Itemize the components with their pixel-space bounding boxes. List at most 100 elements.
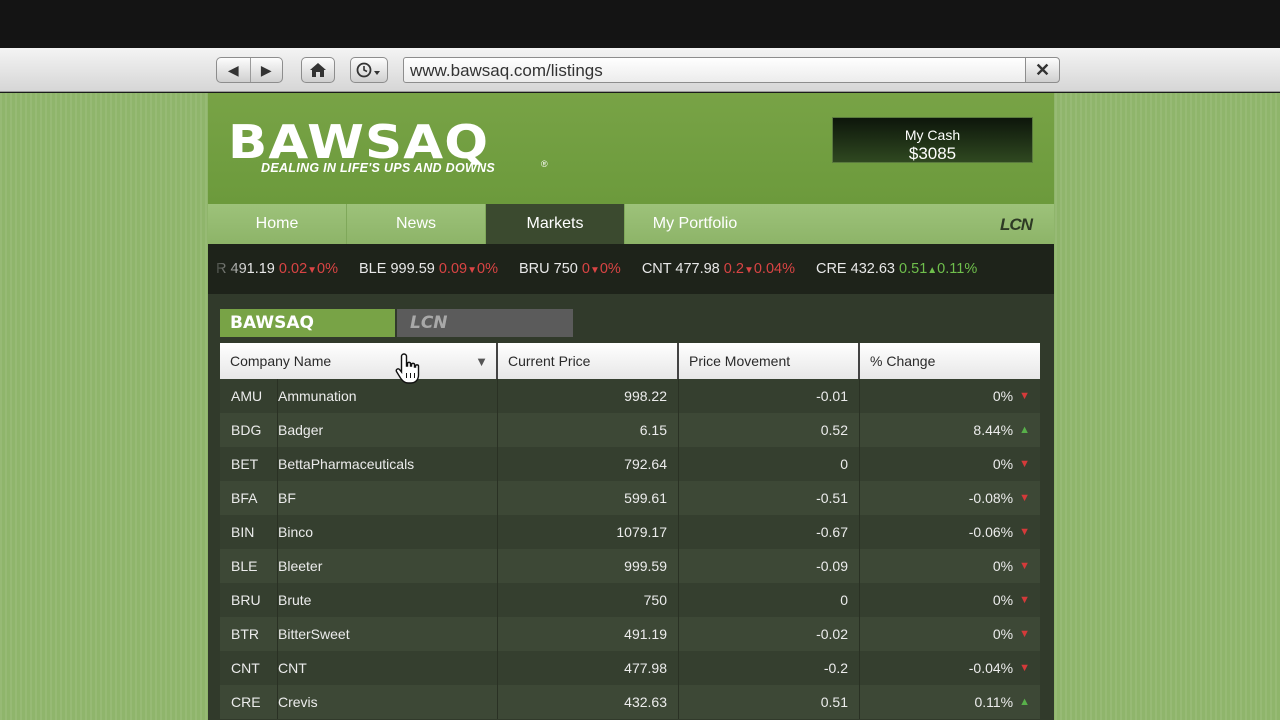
cell-price-movement: -0.2 [679, 651, 860, 685]
ticker-pct: 0% [599, 261, 621, 277]
ticker-pct: 0% [317, 261, 339, 277]
cell-current-price: 477.98 [498, 651, 679, 685]
back-button[interactable]: ◀ [217, 58, 250, 82]
cell-percent-change: 0% ▼ [860, 549, 1040, 583]
cell-price-movement: -0.67 [679, 515, 860, 549]
down-arrow-icon: ▼ [1019, 662, 1030, 674]
ticker-symbol: BLE [359, 261, 387, 277]
ticker-fade-right [984, 244, 1054, 294]
ticker-down-arrow-icon: ▼ [307, 265, 318, 276]
cell-price-movement: -0.09 [679, 549, 860, 583]
cell-price-movement: -0.51 [679, 481, 860, 515]
ticker-item: BRU 750 0▼0% [519, 261, 621, 277]
address-bar[interactable]: www.bawsaq.com/listings [403, 57, 1026, 83]
cell-symbol: BET [220, 447, 278, 481]
table-row[interactable]: BIN Binco 1079.17 -0.67 -0.06% ▼ [220, 515, 1040, 549]
ticker-item: BLE 999.59 0.09▼0% [359, 261, 498, 277]
cell-symbol: BTR [220, 617, 278, 651]
cell-company-name: Ammunation [278, 379, 498, 413]
ticker-pct: 0% [477, 261, 498, 277]
cash-label: My Cash [904, 127, 961, 143]
home-icon [310, 63, 326, 77]
clock-icon [356, 62, 380, 78]
main-nav: Home News Markets My Portfolio LCN [208, 204, 1054, 244]
table-row[interactable]: BDG Badger 6.15 0.52 8.44% ▲ [220, 413, 1040, 447]
ticker-down-arrow-icon: ▼ [467, 265, 477, 276]
nav-tab-my-portfolio[interactable]: My Portfolio [625, 204, 765, 244]
ticker-move: 0 [581, 261, 590, 277]
nav-tab-news[interactable]: News [347, 204, 486, 244]
cell-current-price: 6.15 [498, 413, 679, 447]
cell-percent-change: 0% ▼ [860, 379, 1040, 413]
percent-value: 8.44% [973, 422, 1014, 438]
cell-company-name: BettaPharmaceuticals [278, 447, 498, 481]
close-button[interactable]: ✕ [1025, 57, 1060, 83]
sort-down-icon: ▼ [475, 354, 488, 369]
down-arrow-icon: ▼ [1019, 628, 1030, 640]
table-row[interactable]: CRE Crevis 432.63 0.51 0.11% ▲ [220, 685, 1040, 719]
ticker-move: 0.2 [723, 261, 744, 277]
up-arrow-icon: ▲ [1019, 424, 1030, 436]
home-button[interactable] [301, 57, 335, 83]
table-row[interactable]: BRU Brute 750 0 0% ▼ [220, 583, 1040, 617]
down-arrow-icon: ▼ [1019, 390, 1030, 402]
ticker-move: 0.02 [278, 261, 308, 277]
table-body: AMU Ammunation 998.22 -0.01 0% ▼ BDG Badger 6.15… [220, 379, 1040, 719]
percent-value: -0.08% [968, 490, 1014, 506]
ticker-symbol: CRE [815, 261, 847, 277]
cell-price-movement: 0.52 [679, 413, 860, 447]
ticker-up-arrow-icon: ▲ [927, 265, 938, 276]
ticker-pct: 0.11% [937, 261, 978, 277]
ticker-symbol: CNT [641, 261, 672, 277]
header-price-movement[interactable]: Price Movement [679, 343, 860, 379]
table-row[interactable]: CNT CNT 477.98 -0.2 -0.04% ▼ [220, 651, 1040, 685]
ticker-item: CNT 477.98 0.2▼0.04% [642, 261, 795, 277]
ticker-fade-left [208, 244, 248, 294]
table-row[interactable]: BLE Bleeter 999.59 -0.09 0% ▼ [220, 549, 1040, 583]
percent-value: 0% [992, 626, 1014, 642]
down-arrow-icon: ▼ [1019, 526, 1030, 538]
nav-tab-markets[interactable]: Markets [486, 204, 625, 244]
cell-current-price: 491.19 [498, 617, 679, 651]
cell-percent-change: 0% ▼ [860, 583, 1040, 617]
cell-symbol: AMU [220, 379, 278, 413]
stock-ticker: R 491.19 0.02▼0%BLE 999.59 0.09▼0%BRU 75… [208, 244, 1054, 294]
forward-arrow-icon: ▶ [260, 61, 272, 78]
cell-symbol: CRE [220, 685, 278, 719]
close-icon: ✕ [1034, 59, 1051, 80]
percent-value: 0% [992, 558, 1014, 574]
tab-bawsaq-exchange[interactable]: BAWSAQ [220, 309, 395, 337]
ticker-pct: 0.04% [753, 261, 795, 277]
ticker-price: 999.59 [390, 261, 435, 277]
cash-value: $3085 [908, 144, 957, 163]
cell-company-name: CNT [278, 651, 498, 685]
header-company-name[interactable]: Company Name ▼ [220, 343, 498, 379]
cell-price-movement: -0.02 [679, 617, 860, 651]
table-row[interactable]: BFA BF 599.61 -0.51 -0.08% ▼ [220, 481, 1040, 515]
ticker-price: 477.98 [675, 261, 720, 277]
browser-toolbar: ◀ ▶ www.bawsaq.com/listings ✕ [0, 48, 1280, 92]
percent-value: 0.11% [974, 694, 1014, 710]
cell-price-movement: -0.01 [679, 379, 860, 413]
cell-symbol: BLE [220, 549, 278, 583]
back-arrow-icon: ◀ [227, 61, 239, 78]
history-button[interactable] [350, 57, 388, 83]
header-label: Current Price [508, 353, 591, 369]
lcn-logo[interactable]: LCN [1000, 215, 1033, 235]
down-arrow-icon: ▼ [1019, 594, 1030, 606]
table-row[interactable]: BTR BitterSweet 491.19 -0.02 0% ▼ [220, 617, 1040, 651]
cell-current-price: 750 [498, 583, 679, 617]
header-current-price[interactable]: Current Price [498, 343, 679, 379]
up-arrow-icon: ▲ [1019, 696, 1030, 708]
registered-mark: ® [541, 159, 548, 169]
nav-tab-home[interactable]: Home [208, 204, 347, 244]
forward-button[interactable]: ▶ [249, 58, 283, 82]
listings-table: Company Name ▼ Current Price Price Movem… [220, 343, 1040, 719]
cell-company-name: Bleeter [278, 549, 498, 583]
cell-company-name: BitterSweet [278, 617, 498, 651]
table-row[interactable]: AMU Ammunation 998.22 -0.01 0% ▼ [220, 379, 1040, 413]
percent-value: 0% [992, 456, 1014, 472]
header-percent-change[interactable]: % Change [860, 343, 1040, 379]
tab-lcn-exchange[interactable]: LCN [397, 309, 573, 337]
table-row[interactable]: BET BettaPharmaceuticals 792.64 0 0% ▼ [220, 447, 1040, 481]
